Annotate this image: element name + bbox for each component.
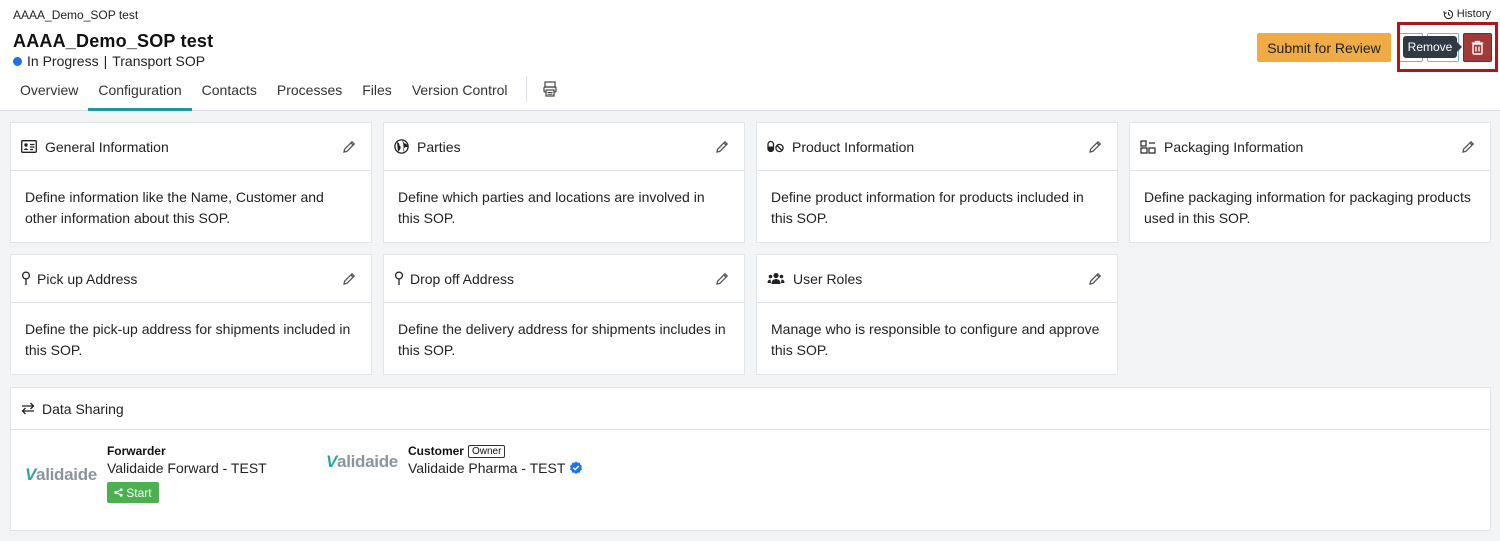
tab-files[interactable]: Files [352, 76, 402, 111]
card-packaging-information: Packaging Information Define packaging i… [1129, 122, 1491, 243]
party-name: Validaide Forward - TEST [106, 460, 267, 476]
validaide-logo: Validaide [25, 465, 97, 484]
share-icon [114, 488, 123, 497]
card-title: Packaging Information [1164, 138, 1304, 155]
globe-icon [394, 139, 409, 154]
data-sharing-title: Data Sharing [42, 400, 124, 417]
users-icon [767, 272, 785, 284]
status-line: In Progress | Transport SOP [13, 53, 205, 69]
tab-bar: Overview Configuration Contacts Processe… [10, 76, 563, 111]
submit-for-review-button[interactable]: Submit for Review [1257, 33, 1391, 62]
start-label: Start [126, 485, 152, 500]
page-title: AAAA_Demo_SOP test [13, 31, 214, 51]
tab-processes[interactable]: Processes [267, 76, 352, 111]
printer-icon [542, 81, 557, 97]
card-drop-off-address: Drop off Address Define the delivery add… [383, 254, 745, 375]
exchange-icon [21, 402, 35, 415]
pencil-icon[interactable] [341, 139, 357, 155]
data-sharing-panel: Data Sharing Validaide Forwarder Validai… [10, 387, 1491, 531]
map-pin-icon [21, 271, 31, 285]
tab-print[interactable] [537, 76, 563, 111]
card-general-information: General Information Define information l… [10, 122, 372, 243]
party-customer: Validaide Customer Owner Validaide Pharm… [326, 444, 583, 476]
card-title: Product Information [792, 138, 915, 155]
status-dot [13, 56, 22, 66]
pencil-icon[interactable] [1460, 139, 1476, 155]
pencil-icon[interactable] [714, 139, 730, 155]
map-pin-icon [394, 271, 404, 285]
card-title: User Roles [793, 270, 863, 287]
party-forwarder: Validaide Forwarder Validaide Forward - … [25, 444, 267, 503]
card-user-roles: User Roles Manage who is responsible to … [756, 254, 1118, 375]
tab-divider [525, 76, 527, 102]
status-separator: | [103, 53, 108, 69]
status-text: In Progress [27, 53, 99, 69]
boxes-icon [1140, 139, 1156, 154]
tab-contacts[interactable]: Contacts [192, 76, 267, 111]
pencil-icon[interactable] [714, 271, 730, 287]
card-description: Define information like the Name, Custom… [25, 189, 324, 226]
start-button[interactable]: Start [106, 482, 159, 503]
pencil-icon[interactable] [1087, 271, 1103, 287]
tab-configuration[interactable]: Configuration [88, 76, 192, 111]
party-name: Validaide Pharma - TEST [407, 460, 566, 476]
card-title: Parties [417, 138, 461, 155]
pencil-icon[interactable] [1087, 139, 1103, 155]
card-title: General Information [45, 138, 169, 155]
history-icon [1442, 9, 1453, 19]
party-role: Customer Owner [408, 444, 583, 458]
card-description: Define the pick-up address for shipments… [25, 321, 351, 358]
pills-icon [767, 140, 784, 153]
history-label: History [1456, 8, 1491, 20]
card-title: Pick up Address [37, 270, 138, 287]
party-name-row: Validaide Pharma - TEST [408, 460, 583, 476]
card-description: Define the delivery address for shipment… [398, 321, 726, 358]
card-description: Define packaging information for packagi… [1144, 189, 1471, 226]
sop-type: Transport SOP [112, 53, 206, 69]
card-description: Manage who is responsible to configure a… [771, 321, 1100, 358]
card-description: Define product information for products … [771, 189, 1084, 226]
owner-badge: Owner [467, 444, 506, 458]
tab-version-control[interactable]: Version Control [402, 76, 518, 111]
page-header: AAAA_Demo_SOP test History AAAA_Demo_SOP… [0, 0, 1500, 111]
breadcrumb[interactable]: AAAA_Demo_SOP test [13, 8, 138, 22]
tab-overview[interactable]: Overview [10, 76, 88, 111]
card-title: Drop off Address [410, 270, 515, 287]
party-role: Forwarder [106, 444, 166, 458]
history-link[interactable]: History [1442, 8, 1491, 20]
card-product-information: Product Information Define product infor… [756, 122, 1118, 243]
remove-tooltip: Remove [1403, 36, 1462, 58]
id-card-icon [21, 140, 37, 153]
remove-button[interactable] [1463, 33, 1492, 62]
card-description: Define which parties and locations are i… [398, 189, 705, 226]
card-pick-up-address: Pick up Address Define the pick-up addre… [10, 254, 372, 375]
pencil-icon[interactable] [341, 271, 357, 287]
card-parties: Parties Define which parties and locatio… [383, 122, 745, 243]
validaide-logo: Validaide [326, 451, 398, 471]
party-role-label: Customer [407, 444, 464, 458]
trash-icon [1471, 40, 1484, 55]
verified-badge-icon [570, 461, 583, 474]
